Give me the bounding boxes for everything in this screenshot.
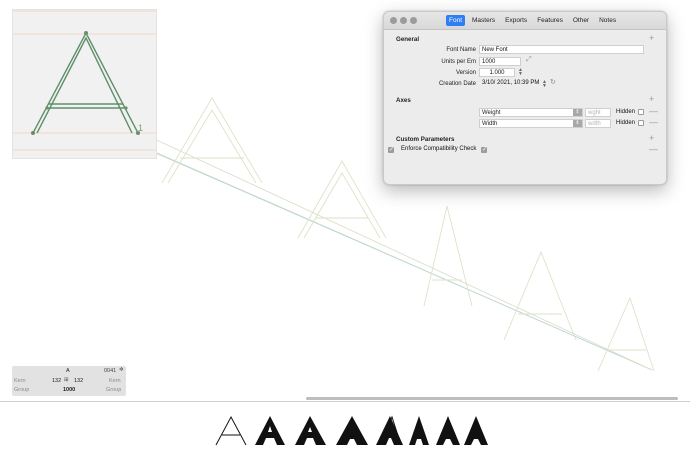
tab-notes[interactable]: Notes <box>596 15 619 26</box>
axis-tag-field-width[interactable]: wdth <box>585 119 611 128</box>
master-index-label: 1 <box>138 123 144 133</box>
creation-date-field[interactable]: 3/10/ 2021, 10:39 PM <box>482 79 539 88</box>
right-sidebearing[interactable]: 132 <box>74 378 83 384</box>
axis-hidden-label-weight: Hidden <box>616 109 636 115</box>
remove-axis-button-width[interactable]: — <box>649 118 658 127</box>
glyph-name[interactable]: A <box>66 368 70 374</box>
parameter-enable-checkbox[interactable] <box>388 146 394 154</box>
tab-exports[interactable]: Exports <box>502 15 530 26</box>
axis-name: Weight <box>482 110 501 116</box>
horizontal-scrollbar[interactable] <box>306 397 678 400</box>
tab-features[interactable]: Features <box>534 15 566 26</box>
link-sidebearings-icon[interactable]: ⊞ <box>64 377 69 383</box>
version-minor: 000 <box>494 70 505 76</box>
axis-hidden-checkbox-width[interactable] <box>638 120 644 126</box>
glyph-preview-box[interactable]: 1 <box>12 9 157 159</box>
preview-glyph-1 <box>215 415 247 446</box>
preview-glyph-5 <box>376 416 403 445</box>
glyph-a-outline <box>13 10 156 151</box>
add-axis-button[interactable]: + <box>649 95 654 104</box>
creation-date-stepper[interactable]: ▲ ▼ <box>542 80 547 89</box>
window-titlebar[interactable]: Font Masters Exports Features Other Note… <box>384 12 666 30</box>
close-window-button[interactable] <box>390 17 397 24</box>
kern-left-label: Kern <box>14 378 26 384</box>
preview-glyph-3 <box>295 416 326 445</box>
add-parameter-button[interactable]: + <box>649 134 654 143</box>
preview-glyph-2 <box>255 416 285 445</box>
glyph-instance-3 <box>423 205 473 307</box>
tab-masters[interactable]: Masters <box>469 15 498 26</box>
preview-glyph-7 <box>409 416 429 445</box>
glyph-instance-4 <box>503 250 577 341</box>
tab-other[interactable]: Other <box>570 15 592 26</box>
axis-select-width[interactable]: Width ⇕ <box>479 119 583 128</box>
units-per-em-label: Units per Em <box>441 59 476 65</box>
chevron-updown-icon: ⇕ <box>573 120 582 127</box>
general-section-title: General <box>396 36 420 43</box>
left-sidebearing[interactable]: 132 <box>52 378 61 384</box>
parameter-value-checkbox[interactable] <box>481 146 487 154</box>
chevron-updown-icon: ⇕ <box>573 109 582 116</box>
axis-select-weight[interactable]: Weight ⇕ <box>479 108 583 117</box>
preview-glyph-8 <box>436 416 460 445</box>
font-name-label: Font Name <box>446 47 476 53</box>
axis-hidden-checkbox-weight[interactable] <box>638 109 644 115</box>
tab-font[interactable]: Font <box>446 15 466 26</box>
version-stepper[interactable]: ▲ ▼ <box>518 68 523 77</box>
tab-bar: Font Masters Exports Features Other Note… <box>446 15 623 26</box>
preview-glyph-9 <box>464 416 488 445</box>
creation-date-label: Creation Date <box>438 81 476 87</box>
glyph-instance-1 <box>161 97 263 184</box>
parameter-name: Enforce Compatibility Check <box>401 146 477 152</box>
refresh-icon[interactable]: ↻ <box>550 78 556 86</box>
group-right-label: Group <box>106 387 122 393</box>
axis-name: Width <box>482 121 498 127</box>
axis-tag-field-weight[interactable]: wght <box>585 108 611 117</box>
custom-parameters-title: Custom Parameters <box>396 136 455 143</box>
kern-right-label: Kern <box>109 378 121 384</box>
units-per-em-field[interactable]: 1000 <box>479 57 521 66</box>
version-label: Version <box>455 70 476 76</box>
add-general-button[interactable]: + <box>649 34 654 43</box>
axes-section-title: Axes <box>396 97 411 104</box>
link-icon[interactable]: ⤢ <box>526 56 532 64</box>
version-field[interactable]: 1.000 <box>479 68 515 77</box>
zoom-window-button[interactable] <box>410 17 417 24</box>
remove-axis-button-weight[interactable]: — <box>649 107 658 116</box>
font-info-window[interactable]: Font Masters Exports Features Other Note… <box>383 11 667 185</box>
glyph-width[interactable]: 1000 <box>63 387 75 393</box>
glyph-info-panel: A 0041 ✲ Kern 132 ⊞ 132 Kern Group 1000 … <box>12 366 126 396</box>
gear-icon[interactable]: ✲ <box>119 367 124 373</box>
preview-glyph-4 <box>336 416 368 445</box>
unicode-value[interactable]: 0041 <box>104 368 116 374</box>
minimize-window-button[interactable] <box>400 17 407 24</box>
remove-parameter-button[interactable]: — <box>649 145 658 154</box>
group-left-label: Group <box>14 387 30 393</box>
axis-hidden-label-width: Hidden <box>616 120 636 126</box>
font-name-field[interactable]: New Font <box>479 45 644 54</box>
preview-strip <box>215 415 488 446</box>
glyph-instance-5 <box>597 296 655 372</box>
